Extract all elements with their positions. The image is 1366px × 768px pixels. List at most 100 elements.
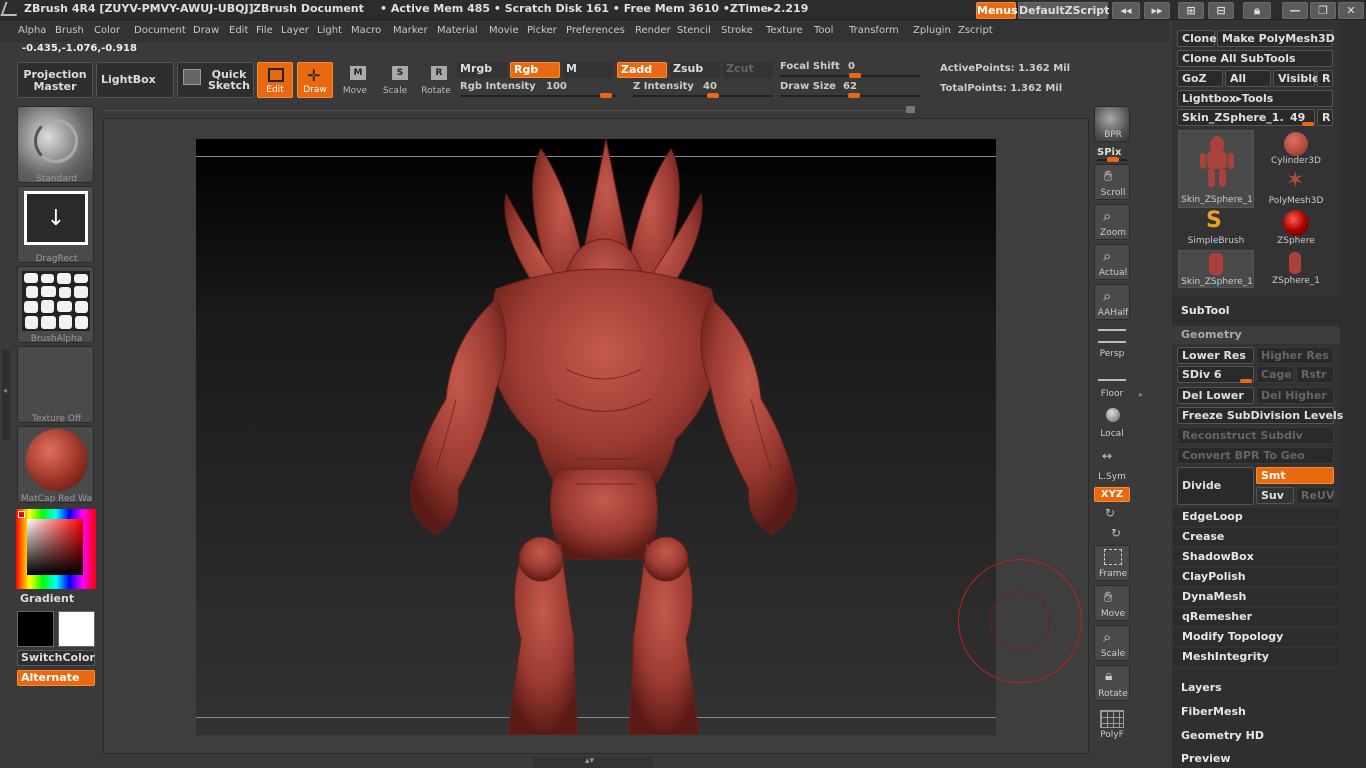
menu-tool[interactable]: Tool <box>814 25 833 36</box>
menu-brush[interactable]: Brush <box>55 25 84 36</box>
divide-button[interactable]: Divide <box>1177 467 1254 505</box>
dynamesh-header[interactable]: DynaMesh <box>1173 588 1339 606</box>
zoom-button[interactable]: ⌕ Zoom <box>1094 204 1130 240</box>
menu-file[interactable]: File <box>256 25 273 36</box>
del-lower-button[interactable]: Del Lower <box>1177 387 1254 404</box>
next-icon[interactable]: ▸▸ <box>1144 2 1170 19</box>
higher-res-button[interactable]: Higher Res <box>1256 347 1334 364</box>
left-tray-handle[interactable]: ◂ <box>2 350 10 440</box>
floor-button[interactable]: Floor <box>1094 364 1130 400</box>
menu-light[interactable]: Light <box>317 25 342 36</box>
scroll-button[interactable]: ✋︎ Scroll <box>1094 164 1130 200</box>
reconstruct-subdiv-button[interactable]: Reconstruct Subdiv <box>1177 427 1334 444</box>
layers-header[interactable]: Layers <box>1172 679 1340 697</box>
edit-button[interactable]: Edit <box>257 62 293 98</box>
tool-thumb-zsphere[interactable]: ZSphere <box>1258 210 1334 248</box>
zsub-button[interactable]: Zsub <box>670 62 720 78</box>
prev-icon[interactable]: ◂◂ <box>1112 2 1140 19</box>
reuv-button[interactable]: ReUV <box>1296 487 1334 504</box>
rgb-button[interactable]: Rgb <box>510 62 560 78</box>
menu-picker[interactable]: Picker <box>527 25 557 36</box>
lsym-button[interactable]: ↔ L.Sym <box>1094 447 1130 483</box>
menus-button[interactable]: Menus <box>976 2 1018 19</box>
lower-res-button[interactable]: Lower Res <box>1177 347 1254 364</box>
convert-bpr-button[interactable]: Convert BPR To Geo <box>1177 447 1334 464</box>
all-button[interactable]: All <box>1225 70 1271 87</box>
bottom-tray-handle[interactable]: ▴▾ <box>533 756 653 768</box>
rotate-button[interactable]: R Rotate <box>418 62 454 98</box>
spix-slider[interactable] <box>1097 157 1127 162</box>
fibermesh-header[interactable]: FiberMesh <box>1172 703 1340 721</box>
scale-view-button[interactable]: ⌕ Scale <box>1094 625 1130 661</box>
r-button-2[interactable]: R <box>1317 109 1333 126</box>
current-tool-slider[interactable]: Skin_ZSphere_1. 49 <box>1177 109 1315 126</box>
qremesher-header[interactable]: qRemesher <box>1173 608 1339 626</box>
layout-icon[interactable]: ⊞ <box>1178 2 1204 19</box>
claypolish-header[interactable]: ClayPolish <box>1173 568 1339 586</box>
menu-movie[interactable]: Movie <box>489 25 519 36</box>
default-zscript-button[interactable]: DefaultZScript <box>1018 2 1109 19</box>
rotate-z-icon[interactable]: ↻ <box>1111 526 1121 540</box>
frame-button[interactable]: Frame <box>1094 545 1130 581</box>
rotate-y-icon[interactable]: ↻ <box>1105 506 1115 520</box>
secondary-color-swatch[interactable] <box>58 611 95 647</box>
quick-sketch-button[interactable]: Quick Sketch <box>177 62 254 98</box>
geometry-hd-header[interactable]: Geometry HD <box>1172 727 1340 745</box>
move-button[interactable]: M Move <box>337 62 373 98</box>
tool-thumb-cylinder3d[interactable]: Cylinder3D <box>1258 130 1334 168</box>
tool-thumb-skin-zsphere-small[interactable]: Skin_ZSphere_1 <box>1178 250 1254 288</box>
zcut-button[interactable]: Zcut <box>723 62 773 78</box>
scale-button[interactable]: S Scale <box>377 62 413 98</box>
smt-button[interactable]: Smt <box>1256 467 1334 484</box>
preview-header[interactable]: Preview <box>1172 750 1340 768</box>
clone-all-subtools-button[interactable]: Clone All SubTools <box>1177 50 1333 67</box>
cage-button[interactable]: Cage <box>1256 366 1294 383</box>
geometry-header[interactable]: Geometry <box>1172 326 1340 344</box>
creature-model[interactable] <box>196 139 996 735</box>
clone-button[interactable]: Clone <box>1177 30 1217 47</box>
z-intensity-slider[interactable] <box>633 93 773 98</box>
alpha-thumbnail[interactable]: BrushAlpha <box>17 266 94 344</box>
lightbox-button[interactable]: LightBox <box>96 62 174 98</box>
focal-shift-slider[interactable] <box>780 73 920 78</box>
zadd-button[interactable]: Zadd <box>617 62 667 78</box>
actual-button[interactable]: ⌕ Actual <box>1094 244 1130 280</box>
menu-document[interactable]: Document <box>134 25 186 36</box>
restore-icon[interactable]: ❐ <box>1310 2 1336 19</box>
menu-marker[interactable]: Marker <box>393 25 428 36</box>
tool-thumb-skin-zsphere[interactable]: Skin_ZSphere_1 <box>1178 130 1254 208</box>
menu-draw[interactable]: Draw <box>193 25 219 36</box>
menu-macro[interactable]: Macro <box>351 25 381 36</box>
projection-master-button[interactable]: Projection Master <box>17 62 93 98</box>
minimize-icon[interactable]: — <box>1282 2 1308 19</box>
freeze-subdivision-button[interactable]: Freeze SubDivision Levels <box>1177 407 1343 424</box>
goz-button[interactable]: GoZ <box>1177 70 1223 87</box>
menu-alpha[interactable]: Alpha <box>18 25 46 36</box>
switch-color-button[interactable]: SwitchColor <box>17 650 95 666</box>
menu-layer[interactable]: Layer <box>281 25 309 36</box>
shadowbox-header[interactable]: ShadowBox <box>1173 548 1339 566</box>
tool-thumb-polymesh3d[interactable]: ✶ PolyMesh3D <box>1258 168 1334 208</box>
subtool-header[interactable]: SubTool <box>1172 302 1340 320</box>
crease-header[interactable]: Crease <box>1173 528 1339 546</box>
brush-thumbnail[interactable]: Standard <box>17 106 94 184</box>
polyf-button[interactable]: PolyF <box>1094 705 1130 741</box>
menu-render[interactable]: Render <box>635 25 671 36</box>
aahalf-button[interactable]: ⌕ AAHalf <box>1094 284 1130 320</box>
close-icon[interactable]: ✕ <box>1338 2 1364 19</box>
meshintegrity-header[interactable]: MeshIntegrity <box>1173 648 1339 666</box>
stroke-thumbnail[interactable]: ↓ DragRect <box>17 186 94 264</box>
menu-preferences[interactable]: Preferences <box>566 25 625 36</box>
document-canvas[interactable] <box>196 139 996 735</box>
draw-size-slider[interactable] <box>780 93 920 98</box>
sdiv-slider[interactable]: SDiv 6 <box>1177 366 1254 383</box>
draw-button[interactable]: ✛ Draw <box>297 62 333 98</box>
local-button[interactable]: Local <box>1094 404 1130 440</box>
visible-button[interactable]: Visible <box>1273 70 1320 87</box>
make-polymesh-button[interactable]: Make PolyMesh3D <box>1217 30 1335 47</box>
persp-button[interactable]: Persp <box>1094 324 1130 360</box>
material-thumbnail[interactable]: MatCap Red Wa <box>17 426 94 504</box>
mrgb-button[interactable]: Mrgb <box>457 62 507 78</box>
texture-thumbnail[interactable]: Texture Off <box>17 346 94 424</box>
rotate-view-button[interactable]: 🔒︎ Rotate <box>1094 665 1130 701</box>
